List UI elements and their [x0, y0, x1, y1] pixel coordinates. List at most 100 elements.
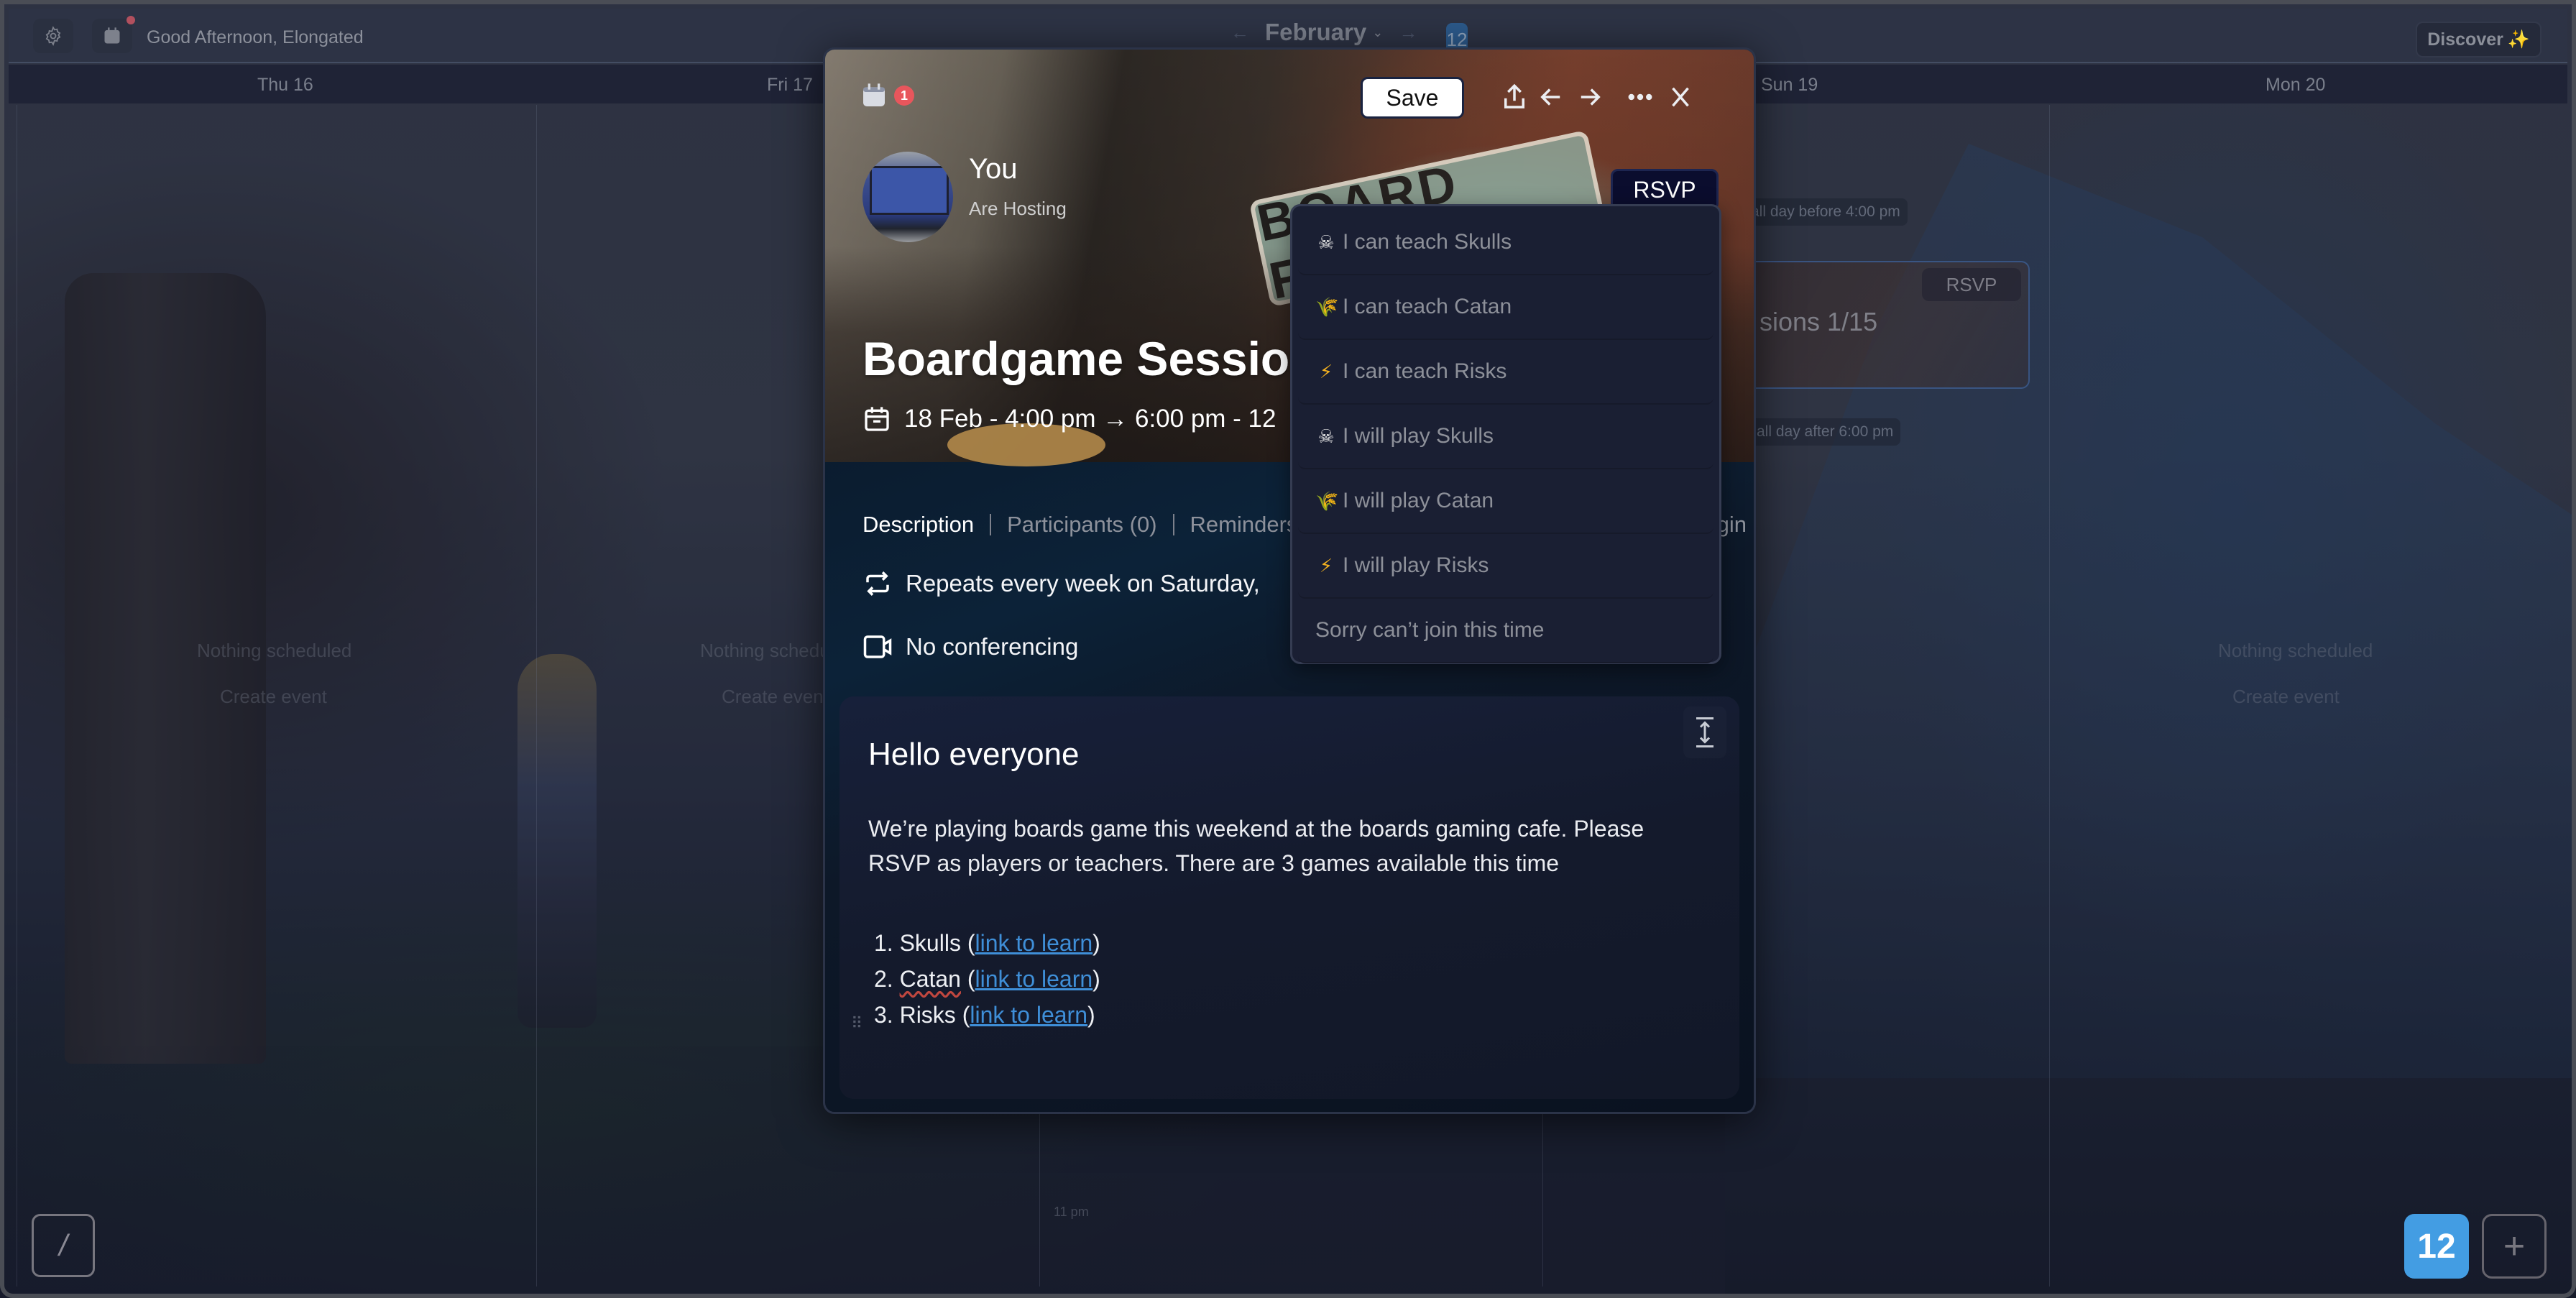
- rsvp-option-label: I will play Catan: [1343, 489, 1494, 512]
- create-event-link[interactable]: Create event: [722, 686, 829, 708]
- rsvp-option-label: Sorry can’t join this time: [1315, 618, 1545, 642]
- calendar-button[interactable]: [92, 16, 135, 53]
- column-divider: [536, 105, 537, 1287]
- day-label-mon[interactable]: Mon 20: [2266, 75, 2325, 96]
- create-event-link[interactable]: Create event: [220, 686, 327, 708]
- allday-before-chip[interactable]: all day before 4:00 pm: [1744, 198, 1908, 226]
- day-label-fri[interactable]: Fri 17: [767, 75, 813, 96]
- previous-event-button[interactable]: [1534, 80, 1568, 114]
- rice-sheaf-icon: 🌾: [1315, 489, 1339, 512]
- event-datetime-text: 18 Feb - 4:00 pm → 6:00 pm - 12: [904, 405, 1276, 433]
- rsvp-option-label: I will play Risks: [1343, 553, 1489, 577]
- rsvp-option-label: I will play Skulls: [1343, 424, 1494, 448]
- rsvp-dropdown-menu: ☠ I can teach Skulls 🌾 I can teach Catan…: [1290, 204, 1721, 664]
- game-name: Catan: [899, 966, 961, 992]
- empty-state-text: Nothing scheduled: [197, 640, 352, 661]
- game-name: Skulls: [899, 930, 961, 956]
- month-selector[interactable]: February: [1265, 19, 1366, 46]
- calendar-icon[interactable]: [860, 81, 888, 110]
- next-event-button[interactable]: [1573, 80, 1607, 114]
- share-icon: [1504, 83, 1524, 109]
- empty-state-text: Nothing scheduled: [2218, 640, 2373, 661]
- drag-handle-icon[interactable]: ⠿: [851, 1005, 862, 1041]
- lightning-icon: ⚡: [1319, 360, 1333, 382]
- tab-participants[interactable]: Participants (0): [1007, 512, 1156, 538]
- tab-description[interactable]: Description: [862, 512, 974, 538]
- conferencing-row[interactable]: No conferencing: [862, 632, 1078, 662]
- skull-icon: ☠: [1317, 231, 1335, 253]
- event-card-rsvp-button[interactable]: RSVP: [1922, 268, 2021, 301]
- list-item: 2. Catan (link to learn): [874, 966, 1100, 992]
- allday-after-chip[interactable]: all day after 6:00 pm: [1749, 418, 1901, 446]
- settings-button[interactable]: [33, 19, 73, 53]
- repeat-row[interactable]: Repeats every week on Saturday,: [862, 569, 1260, 599]
- repeat-icon: [866, 571, 889, 596]
- calendar-icon: [104, 27, 120, 44]
- rsvp-option-play-risks[interactable]: ⚡ I will play Risks: [1298, 534, 1714, 599]
- learn-link[interactable]: link to learn: [975, 966, 1093, 992]
- rsvp-option-play-catan[interactable]: 🌾 I will play Catan: [1298, 469, 1714, 534]
- list-number: 2.: [874, 966, 893, 992]
- create-event-link[interactable]: Create event: [2232, 686, 2340, 708]
- rice-sheaf-icon: 🌾: [1315, 295, 1339, 318]
- save-button[interactable]: Save: [1361, 77, 1464, 119]
- add-event-button[interactable]: +: [2482, 1214, 2547, 1279]
- more-horizontal-icon: [1628, 93, 1652, 101]
- game-name: Risks: [899, 1002, 956, 1028]
- tab-divider: [990, 514, 992, 535]
- learn-link[interactable]: link to learn: [970, 1002, 1087, 1028]
- share-button[interactable]: [1497, 80, 1532, 114]
- list-number: 1.: [874, 930, 893, 956]
- prev-month-arrow-icon[interactable]: ←: [1230, 22, 1249, 44]
- repeat-text: Repeats every week on Saturday,: [906, 570, 1260, 597]
- list-item: 1. Skulls (link to learn): [874, 930, 1100, 956]
- notification-dot: [126, 16, 135, 24]
- rsvp-option-teach-skulls[interactable]: ☠ I can teach Skulls: [1298, 211, 1714, 275]
- calendar-outline-icon: [865, 407, 889, 431]
- conferencing-text: No conferencing: [906, 633, 1079, 660]
- rsvp-option-teach-risks[interactable]: ⚡ I can teach Risks: [1298, 340, 1714, 405]
- calendar-event-card[interactable]: sions 1/15 RSVP: [1729, 261, 2030, 389]
- arrow-left-icon: [1540, 88, 1560, 106]
- rsvp-option-teach-catan[interactable]: 🌾 I can teach Catan: [1298, 275, 1714, 340]
- notification-badge: 1: [894, 86, 914, 106]
- today-button[interactable]: 12: [2404, 1214, 2469, 1279]
- day-label-sun[interactable]: Sun 19: [1761, 75, 1818, 96]
- video-camera-icon: [863, 635, 892, 658]
- description-paragraph: We’re playing boards game this weekend a…: [868, 816, 1644, 876]
- tab-reminders[interactable]: Reminders: [1190, 512, 1298, 538]
- expand-vertical-icon: [1696, 717, 1714, 747]
- description-editor[interactable]: Hello everyone We’re playing boards game…: [840, 696, 1739, 1099]
- arrow-right-icon: [1581, 88, 1601, 106]
- discover-label: Discover: [2427, 29, 2503, 50]
- time-label: 11 pm: [1054, 1205, 1089, 1219]
- host-role: Are Hosting: [969, 198, 1067, 219]
- next-month-arrow-icon[interactable]: →: [1399, 22, 1417, 44]
- more-options-button[interactable]: [1623, 80, 1657, 114]
- description-heading: Hello everyone: [868, 737, 1080, 772]
- list-item: ⠿ 3. Risks (link to learn): [851, 997, 1100, 1033]
- rsvp-option-decline[interactable]: Sorry can’t join this time: [1298, 599, 1714, 663]
- close-icon: [1672, 87, 1689, 107]
- games-list: 1. Skulls (link to learn) 2. Catan (link…: [851, 925, 1100, 1033]
- chevron-down-icon[interactable]: ⌄: [1372, 25, 1383, 40]
- greeting-text: Good Afternoon, Elongated: [147, 27, 364, 47]
- month-navigator: ← February ⌄ →: [1230, 19, 1417, 46]
- gear-icon: [45, 26, 61, 46]
- rsvp-option-label: I can teach Risks: [1343, 359, 1507, 383]
- event-datetime[interactable]: 18 Feb - 4:00 pm → 6:00 pm - 12: [862, 405, 1276, 433]
- rsvp-option-play-skulls[interactable]: ☠ I will play Skulls: [1298, 405, 1714, 469]
- command-button[interactable]: /: [32, 1214, 95, 1277]
- expand-button[interactable]: [1683, 706, 1726, 758]
- rsvp-option-label: I can teach Skulls: [1343, 230, 1512, 254]
- host-name: You: [969, 153, 1018, 185]
- event-title[interactable]: Boardgame Session: [862, 331, 1319, 386]
- lightning-icon: ⚡: [1319, 554, 1333, 576]
- close-button[interactable]: [1663, 80, 1698, 114]
- avatar-image: [870, 166, 949, 215]
- day-label-thu[interactable]: Thu 16: [257, 75, 313, 96]
- skull-icon: ☠: [1317, 425, 1335, 447]
- host-avatar[interactable]: [862, 152, 953, 242]
- learn-link[interactable]: link to learn: [975, 930, 1092, 956]
- discover-button[interactable]: Discover ✨: [2416, 22, 2542, 57]
